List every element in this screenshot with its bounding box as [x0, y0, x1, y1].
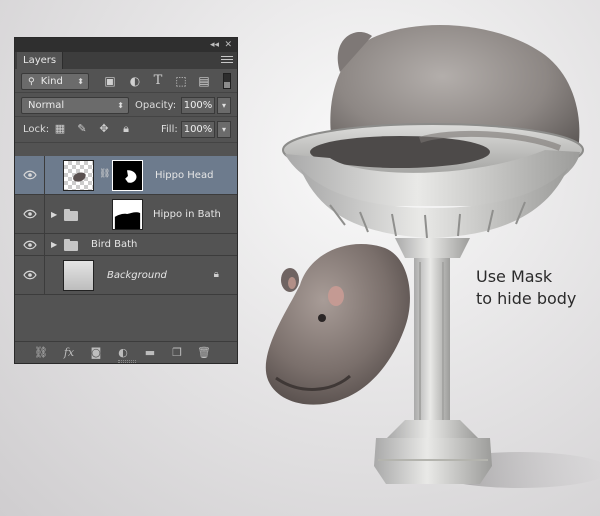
lock-all-icon[interactable]: 🔒︎	[119, 122, 133, 136]
layer-mask-thumbnail[interactable]	[112, 160, 143, 191]
layer-name[interactable]: Background	[107, 256, 167, 294]
fill-dropdown-icon[interactable]: ▾	[217, 121, 231, 138]
new-layer-icon[interactable]: ❐	[169, 346, 185, 360]
opacity-label: Opacity:	[135, 100, 177, 111]
layers-list: ⛓︎ Hippo Head ▶ Hippo in Bath ▶ Bird Bat…	[15, 156, 237, 295]
lock-row: Lock: ▦ ✎ ✥ 🔒︎ Fill: 100% ▾	[15, 117, 237, 143]
panel-titlebar[interactable]: ◂◂ ✕	[15, 38, 237, 52]
layer-thumbnail[interactable]	[63, 260, 94, 291]
image-filter-icon[interactable]: ▣	[103, 74, 117, 88]
filter-kind-select[interactable]: ⚲ Kind ⬍	[21, 73, 89, 90]
layer-hippo-head[interactable]: ⛓︎ Hippo Head	[15, 156, 237, 195]
opacity-dropdown-icon[interactable]: ▾	[217, 97, 231, 114]
add-mask-icon[interactable]: ◙	[88, 346, 104, 360]
lock-image-pixels-icon[interactable]: ✎	[75, 122, 89, 136]
tab-layers[interactable]: Layers	[17, 52, 64, 69]
folder-icon	[64, 209, 78, 221]
layer-hippo-in-bath[interactable]: ▶ Hippo in Bath	[15, 195, 237, 234]
layer-bird-bath[interactable]: ▶ Bird Bath	[15, 234, 237, 256]
smart-object-filter-icon[interactable]: ▤	[197, 74, 211, 88]
folder-icon	[64, 239, 78, 251]
lock-icon: 🔒︎	[213, 269, 219, 280]
visibility-eye-icon[interactable]	[15, 156, 45, 194]
layer-name[interactable]: Hippo in Bath	[153, 195, 221, 233]
close-icon[interactable]: ✕	[224, 39, 232, 51]
mask-link-icon[interactable]: ⛓︎	[99, 169, 110, 179]
fill-label: Fill:	[161, 124, 178, 135]
lock-label: Lock:	[23, 124, 50, 135]
panel-tabbar: Layers	[15, 52, 237, 69]
layer-name[interactable]: Hippo Head	[155, 156, 213, 194]
adjustment-layer-icon[interactable]: ◐	[115, 346, 131, 360]
visibility-eye-icon[interactable]	[15, 195, 45, 233]
new-group-icon[interactable]: ▬	[142, 346, 158, 360]
layer-name[interactable]: Bird Bath	[91, 234, 137, 255]
layers-panel: ◂◂ ✕ Layers ⚲ Kind ⬍ ▣ ◐ T ⬚ ▤ Normal ⬍ …	[14, 37, 238, 364]
filter-kind-label: Kind	[40, 76, 63, 87]
type-filter-icon[interactable]: T	[151, 74, 165, 88]
adjustment-filter-icon[interactable]: ◐	[128, 74, 142, 88]
select-arrows-icon: ⬍	[117, 101, 124, 110]
annotation-text: Use Mask to hide body	[476, 266, 594, 310]
trash-icon[interactable]: 🗑︎	[196, 346, 212, 360]
visibility-eye-icon[interactable]	[15, 234, 45, 255]
search-icon: ⚲	[28, 77, 35, 87]
expand-group-icon[interactable]: ▶	[51, 240, 57, 249]
filter-toggle[interactable]	[223, 73, 231, 89]
expand-group-icon[interactable]: ▶	[51, 210, 57, 219]
filter-row: ⚲ Kind ⬍ ▣ ◐ T ⬚ ▤	[15, 69, 237, 93]
select-arrows-icon: ⬍	[77, 77, 84, 86]
link-layers-icon[interactable]: ⛓︎	[33, 346, 49, 360]
layer-background[interactable]: Background 🔒︎	[15, 256, 237, 295]
collapse-panel-icon[interactable]: ◂◂	[210, 39, 219, 51]
hippo-head	[265, 244, 410, 405]
resize-grip[interactable]	[118, 360, 136, 363]
blend-mode-select[interactable]: Normal ⬍	[21, 97, 129, 114]
panel-footer: ⛓︎ fx ◙ ◐ ▬ ❐ 🗑︎	[15, 341, 237, 363]
layer-mask-thumbnail[interactable]	[112, 199, 143, 230]
opacity-field[interactable]: 100%	[181, 97, 215, 114]
fill-field[interactable]: 100%	[181, 121, 215, 138]
annotation-line-2: to hide body	[476, 289, 577, 308]
annotation-line-1: Use Mask	[476, 267, 553, 286]
lock-transparent-pixels-icon[interactable]: ▦	[53, 122, 67, 136]
visibility-eye-icon[interactable]	[15, 256, 45, 294]
lock-position-icon[interactable]: ✥	[97, 122, 111, 136]
layer-thumbnail[interactable]	[63, 160, 94, 191]
shape-filter-icon[interactable]: ⬚	[174, 74, 188, 88]
fx-icon[interactable]: fx	[61, 346, 77, 360]
blend-mode-label: Normal	[28, 100, 65, 111]
blend-row: Normal ⬍ Opacity: 100% ▾	[15, 93, 237, 117]
panel-menu-icon[interactable]	[221, 54, 233, 66]
